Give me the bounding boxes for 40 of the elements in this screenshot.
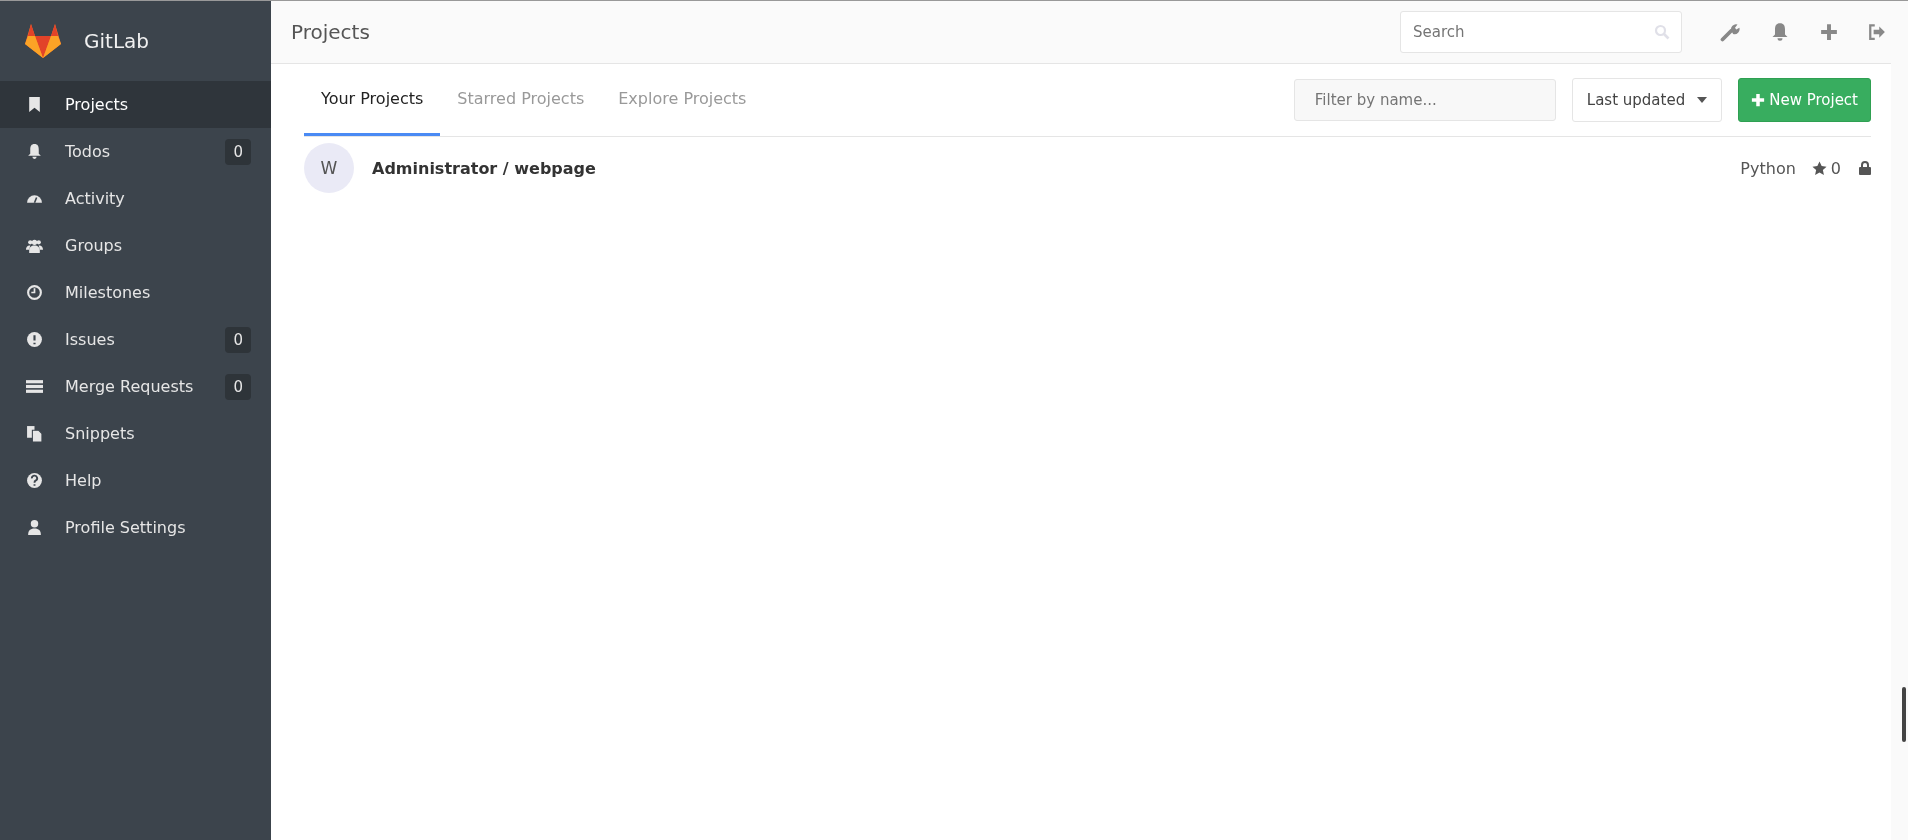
sidebar-item[interactable]: Projects xyxy=(0,81,271,128)
sidebar-item[interactable]: Merge Requests 0 xyxy=(0,363,271,410)
bell-icon xyxy=(26,143,43,160)
sidebar-item[interactable]: Help xyxy=(0,457,271,504)
sidebar-item[interactable]: Groups xyxy=(0,222,271,269)
page-title: Projects xyxy=(291,20,371,44)
search-icon xyxy=(1654,24,1670,40)
project-avatar[interactable]: W xyxy=(304,143,354,193)
sort-dropdown[interactable]: Last updated xyxy=(1571,78,1723,122)
count-badge: 0 xyxy=(225,373,251,400)
search-field[interactable]: Search xyxy=(1400,11,1682,53)
fox-logo-icon[interactable] xyxy=(24,24,62,58)
users-icon xyxy=(26,237,43,254)
sidebar-item[interactable]: Activity xyxy=(0,175,271,222)
sidebar-item[interactable]: Milestones xyxy=(0,269,271,316)
count-badge: 0 xyxy=(225,326,251,353)
bell-icon[interactable] xyxy=(1770,22,1790,42)
sidebar-item[interactable]: Todos 0 xyxy=(0,128,271,175)
exclaim-icon xyxy=(26,331,43,348)
filter-field[interactable]: Filter by name... xyxy=(1293,79,1556,121)
brand-name[interactable]: GitLab xyxy=(84,29,149,53)
sign-out-icon[interactable] xyxy=(1868,23,1886,41)
caret-icon xyxy=(1697,97,1708,103)
user-icon xyxy=(26,519,43,536)
sidebar-item[interactable]: Issues 0 xyxy=(0,316,271,363)
star-count[interactable]: 0 xyxy=(1811,158,1841,178)
wrench-icon[interactable] xyxy=(1720,22,1740,42)
star-icon xyxy=(1811,160,1827,176)
plus-icon[interactable] xyxy=(1820,23,1838,41)
count-badge: 0 xyxy=(225,138,251,165)
project-name[interactable]: Administrator / webpage xyxy=(372,158,1729,178)
plus-icon xyxy=(1751,93,1766,107)
project-language: Python xyxy=(1740,158,1796,178)
sidebar-item[interactable]: Snippets xyxy=(0,410,271,457)
sidebar-item[interactable]: Profile Settings xyxy=(0,504,271,551)
question-icon xyxy=(26,472,43,489)
bookmark-icon xyxy=(26,96,43,113)
clock-icon xyxy=(26,284,43,301)
tab[interactable]: Your Projects xyxy=(304,64,441,136)
copy-icon xyxy=(26,425,43,442)
